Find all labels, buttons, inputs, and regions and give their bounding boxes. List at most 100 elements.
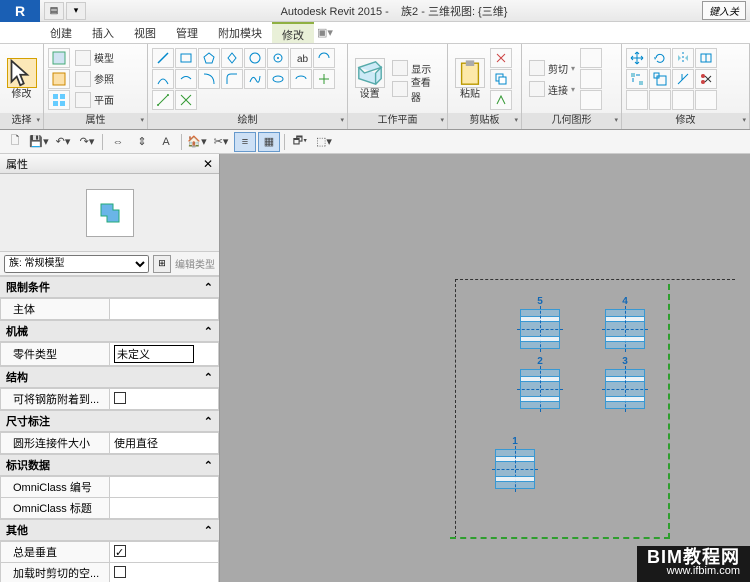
prop-omninum-val[interactable] [110,477,219,498]
cut-button[interactable] [490,48,512,68]
pillar-2[interactable]: 2 [520,369,560,409]
align-button[interactable] [649,90,671,110]
close-icon[interactable]: ✕ [203,157,213,171]
panel-select[interactable]: 选择 [0,113,43,129]
qt-3d[interactable]: 🏠▾ [186,132,208,152]
split-button[interactable] [695,69,717,89]
geom-t3[interactable] [580,90,602,110]
prop-tool-2[interactable] [48,69,70,89]
draw-ellipse[interactable] [267,69,289,89]
menu-view[interactable]: 视图 [124,22,166,43]
draw-rect[interactable] [175,48,197,68]
draw-line[interactable] [152,48,174,68]
draw-half[interactable] [313,48,335,68]
draw-spline[interactable] [244,69,266,89]
draw-hellipse[interactable] [290,69,312,89]
edit-type-button[interactable]: ⊞ [153,255,171,273]
group-dim[interactable]: 尺寸标注 [6,413,50,429]
move-button[interactable] [626,48,648,68]
group-other[interactable]: 其他 [6,522,28,538]
prop-parttype-val[interactable]: 未定义 [110,343,219,366]
qt-save[interactable]: 💾▾ [28,132,50,152]
menu-modify[interactable]: 修改 [272,22,314,43]
draw-arc3[interactable] [198,69,220,89]
menu-manage[interactable]: 管理 [166,22,208,43]
mod-t1[interactable] [672,90,694,110]
group-mech[interactable]: 机械 [6,323,28,339]
qt-text[interactable]: A [155,132,177,152]
qt-new[interactable]: 🗋 [4,132,26,152]
pillar-5[interactable]: 5 [520,309,560,349]
draw-fillet[interactable] [221,69,243,89]
panel-geom[interactable]: 几何图形 [522,113,621,129]
viewer-button[interactable]: 查看器 [389,79,443,99]
ref-button[interactable]: 参照 [72,69,117,89]
menu-addons[interactable]: 附加模块 [208,22,272,43]
geom-t2[interactable] [580,69,602,89]
prop-tool-3[interactable] [48,90,70,110]
pillar-1[interactable]: 1 [495,449,535,489]
qat-recent-icon[interactable]: ▤ [44,2,64,20]
prop-cut-val[interactable] [110,563,219,582]
draw-text[interactable]: ab [290,48,312,68]
draw-arc2[interactable] [175,69,197,89]
menu-create[interactable]: 创建 [40,22,82,43]
prop-omnititle-val[interactable] [110,498,219,519]
qt-switch[interactable]: 🗗▾ [289,132,311,152]
menu-overflow-icon[interactable]: ▣▾ [314,22,336,43]
draw-pick[interactable] [313,69,335,89]
geom-join-button[interactable]: 连接▾ [526,79,578,99]
search-help[interactable]: 键入关 [702,1,746,20]
paste-button[interactable]: 粘贴 [452,58,488,100]
mod-t2[interactable] [695,90,717,110]
pillar-3[interactable]: 3 [605,369,645,409]
qt-align[interactable]: ⇔ [107,132,129,152]
draw-more[interactable] [175,90,197,110]
group-struct[interactable]: 结构 [6,369,28,385]
group-constraints[interactable]: 限制条件 [6,279,50,295]
app-logo[interactable]: R [0,0,40,22]
mirror2-button[interactable] [695,48,717,68]
set-workplane-button[interactable]: 设置 [352,58,387,100]
scale-button[interactable] [649,69,671,89]
qt-thin[interactable]: ≡ [234,132,256,152]
group-ident[interactable]: 标识数据 [6,457,50,473]
pillar-4[interactable]: 4 [605,309,645,349]
qt-undo[interactable]: ↶▾ [52,132,74,152]
trim-button[interactable] [672,69,694,89]
prop-rebar-val[interactable] [110,389,219,410]
modify-button[interactable]: 修改 [4,58,39,100]
qt-redo[interactable]: ↷▾ [76,132,98,152]
draw-arc1[interactable] [152,69,174,89]
panel-draw[interactable]: 绘制 [148,113,347,129]
panel-workplane[interactable]: 工作平面 [348,113,447,129]
draw-axis[interactable] [152,90,174,110]
qt-section[interactable]: ✂▾ [210,132,232,152]
panel-props[interactable]: 属性 [44,113,147,129]
geom-cut-button[interactable]: 剪切▾ [526,58,578,78]
menu-insert[interactable]: 插入 [82,22,124,43]
mirror-button[interactable] [672,48,694,68]
qt-align2[interactable]: ⇕ [131,132,153,152]
rotate-button[interactable] [649,48,671,68]
type-selector[interactable]: 族: 常规模型 [4,255,149,273]
panel-modify[interactable]: 修改 [622,113,749,129]
draw-star[interactable] [267,48,289,68]
draw-poly[interactable] [198,48,220,68]
offset-button[interactable] [626,90,648,110]
copy-button[interactable] [490,69,512,89]
geom-t1[interactable] [580,48,602,68]
draw-circle[interactable] [244,48,266,68]
qt-close[interactable]: ▦ [258,132,280,152]
prop-tool-1[interactable] [48,48,70,68]
prop-vert-val[interactable]: ✓ [110,542,219,563]
prop-host-val[interactable] [110,299,219,320]
draw-poly2[interactable] [221,48,243,68]
array-button[interactable] [626,69,648,89]
prop-conn-val[interactable]: 使用直径 [110,433,219,454]
qat-dropdown-icon[interactable]: ▾ [66,2,86,20]
qt-more[interactable]: ⬚▾ [313,132,335,152]
plane-button[interactable]: 平面 [72,90,117,110]
panel-clipboard[interactable]: 剪贴板 [448,113,521,129]
model-button[interactable]: 模型 [72,48,117,68]
